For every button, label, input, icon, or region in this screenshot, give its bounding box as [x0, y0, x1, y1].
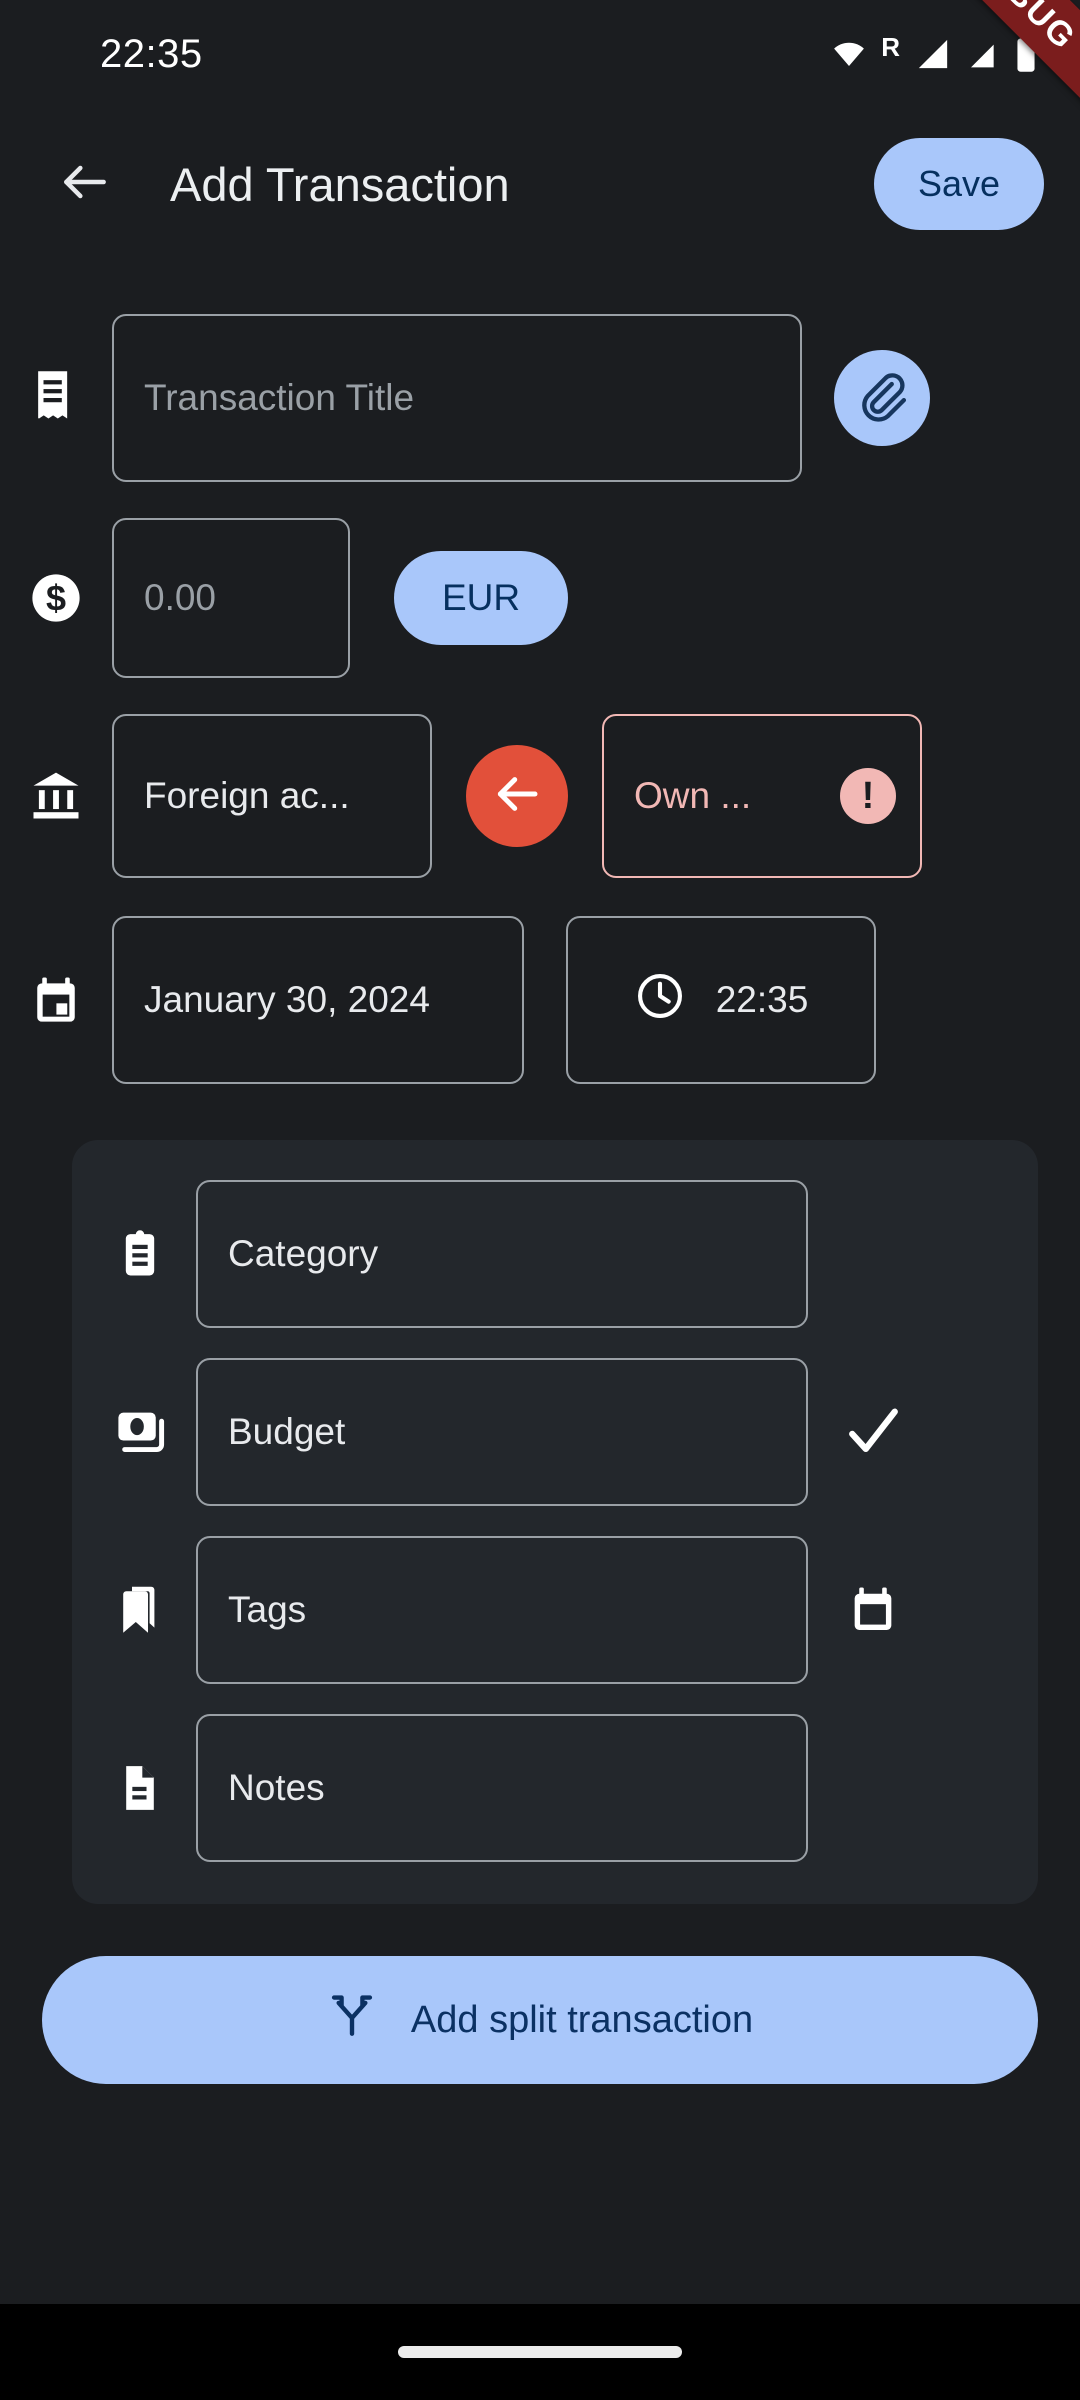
app-bar: Add Transaction Save — [0, 108, 1080, 260]
attachment-button[interactable] — [834, 350, 930, 446]
dollar-circle-icon: $ — [0, 571, 112, 625]
error-icon: ! — [840, 768, 896, 824]
budget-row: Budget — [72, 1358, 1038, 1506]
arrow-left-icon — [57, 154, 113, 215]
signal-icon — [966, 38, 1000, 70]
clock-icon — [634, 970, 686, 1031]
svg-text:$: $ — [46, 578, 66, 619]
to-account-label: Own ... — [634, 775, 752, 816]
gesture-handle[interactable] — [398, 2346, 682, 2358]
split-button-label: Add split transaction — [410, 1998, 754, 2041]
bookmark-icon — [84, 1582, 196, 1638]
amount-input[interactable]: 0.00 — [112, 518, 350, 678]
wifi-icon — [827, 37, 871, 71]
notes-field[interactable]: Notes — [196, 1714, 808, 1862]
add-split-transaction-button[interactable]: Add split transaction — [42, 1956, 1038, 2084]
tags-field[interactable]: Tags — [196, 1536, 808, 1684]
date-field[interactable]: January 30, 2024 — [112, 916, 524, 1084]
form-content: Transaction Title $ 0.00 EUR Foreign ac.… — [0, 260, 1080, 2084]
details-card: Category Budget Tags Notes — [72, 1140, 1038, 1904]
from-account-field[interactable]: Foreign ac... — [112, 714, 432, 878]
back-button[interactable] — [42, 141, 128, 227]
to-account-field[interactable]: Own ... ! — [602, 714, 922, 878]
document-icon — [84, 1761, 196, 1815]
app-screen: 22:35 R Add Transaction Save Transaction… — [0, 0, 1080, 2400]
currency-button[interactable]: EUR — [394, 551, 569, 645]
time-label: 22:35 — [715, 979, 809, 1020]
banknotes-icon — [84, 1407, 196, 1457]
status-icon-group: R — [827, 34, 1038, 73]
receipt-icon — [0, 369, 112, 427]
check-icon[interactable] — [818, 1403, 928, 1461]
transaction-title-row: Transaction Title — [0, 314, 1080, 482]
call-split-icon — [327, 1990, 377, 2050]
swap-accounts-button[interactable] — [466, 745, 568, 847]
bank-icon — [0, 769, 112, 823]
status-clock: 22:35 — [100, 31, 203, 76]
notes-row: Notes — [72, 1714, 1038, 1862]
time-field[interactable]: 22:35 — [566, 916, 876, 1084]
datetime-row: January 30, 2024 22:35 — [0, 916, 1080, 1084]
transaction-title-input[interactable]: Transaction Title — [112, 314, 802, 482]
signal-icon — [914, 37, 952, 71]
category-field[interactable]: Category — [196, 1180, 808, 1328]
paperclip-icon — [856, 370, 908, 427]
clipboard-icon — [84, 1227, 196, 1281]
roaming-icon: R — [881, 34, 900, 60]
page-title: Add Transaction — [170, 157, 510, 211]
category-row: Category — [72, 1180, 1038, 1328]
tags-row: Tags — [72, 1536, 1038, 1684]
amount-row: $ 0.00 EUR — [0, 518, 1080, 678]
save-button[interactable]: Save — [873, 138, 1044, 230]
accounts-row: Foreign ac... Own ... ! — [0, 714, 1080, 878]
budget-field[interactable]: Budget — [196, 1358, 808, 1506]
system-navigation-bar — [0, 2304, 1080, 2400]
calendar-icon — [0, 973, 112, 1027]
status-bar: 22:35 R — [0, 0, 1080, 108]
calendar-icon[interactable] — [818, 1584, 928, 1636]
arrow-left-icon — [490, 767, 544, 826]
roaming-label: R — [881, 32, 900, 62]
